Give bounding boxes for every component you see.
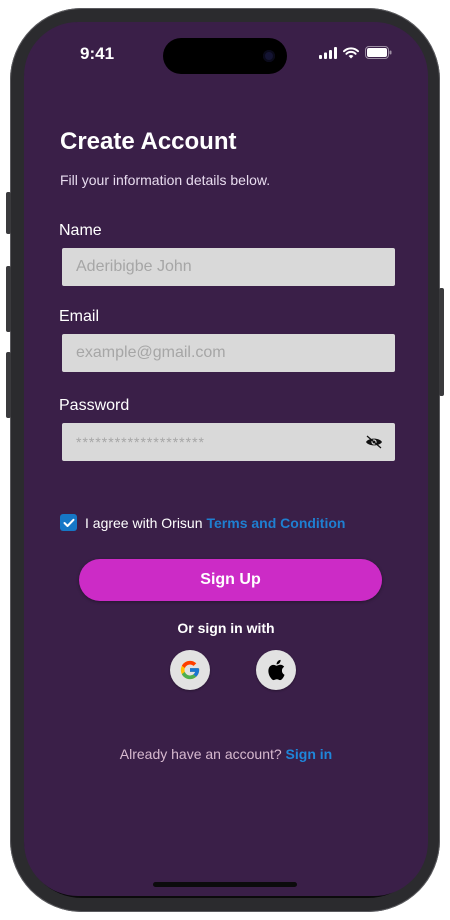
power-button <box>439 288 444 396</box>
name-label: Name <box>59 222 102 239</box>
name-placeholder: Aderibigbe John <box>76 258 192 275</box>
signin-question: Already have an account? <box>119 746 282 762</box>
volume-down-button <box>6 352 11 418</box>
eye-icon[interactable] <box>365 435 383 449</box>
or-sign-in-text: Or sign in with <box>177 620 275 636</box>
email-label: Email <box>59 308 100 325</box>
agree-checkbox[interactable] <box>60 514 77 531</box>
battery-icon <box>365 46 392 59</box>
google-signin-button[interactable] <box>170 650 210 690</box>
email-field[interactable]: example@gmail.com <box>62 334 395 372</box>
signin-prompt: Already have an account? Sign in <box>24 746 428 762</box>
silent-switch <box>6 192 11 234</box>
email-placeholder: example@gmail.com <box>76 344 226 361</box>
status-time: 9:41 <box>80 44 115 63</box>
password-label: Password <box>59 397 130 414</box>
status-icons <box>319 46 392 59</box>
signin-link[interactable]: Sign in <box>286 746 333 762</box>
signal-icon <box>319 46 337 59</box>
app-screen: 9:41 Create Account Fill your informatio… <box>24 22 428 896</box>
apple-icon <box>268 659 285 681</box>
volume-up-button <box>6 266 11 332</box>
camera-icon <box>263 50 275 62</box>
google-icon <box>180 660 200 680</box>
name-field[interactable]: Aderibigbe John <box>62 248 395 286</box>
agreement-text: I agree with Orisun <box>85 514 203 531</box>
page-title: Create Account <box>60 128 237 155</box>
wifi-icon <box>343 46 359 58</box>
apple-signin-button[interactable] <box>256 650 296 690</box>
signup-button[interactable]: Sign Up <box>79 559 382 601</box>
home-indicator <box>153 882 297 887</box>
password-field[interactable]: ******************** <box>62 423 395 461</box>
check-icon <box>63 518 74 527</box>
page-subtitle: Fill your information details below. <box>60 172 271 188</box>
terms-link[interactable]: Terms and Condition <box>207 515 346 531</box>
password-value: ******************** <box>76 434 205 450</box>
dynamic-island <box>163 38 287 74</box>
agreement-row: I agree with Orisun Terms and Condition <box>60 514 345 531</box>
